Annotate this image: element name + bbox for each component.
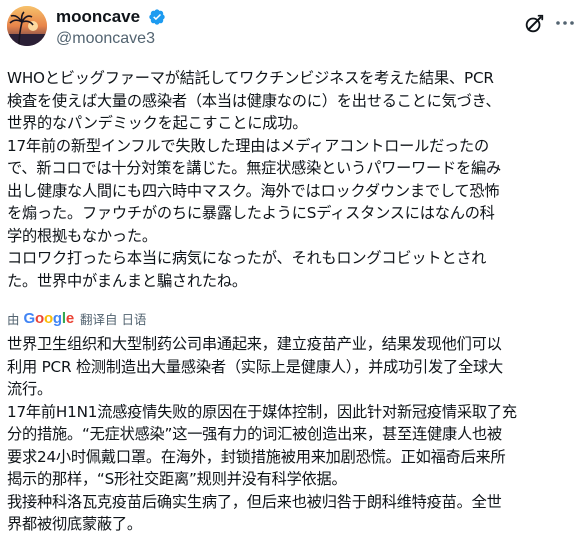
translated-by-label: 由 xyxy=(7,311,20,327)
tweet-text-line: 17年前の新型インフルで失敗した理由はメディアコントロールだったの xyxy=(7,136,490,155)
translated-text-line: 分的措施。“无症状感染”这一强有力的词汇被创造出来，甚至连健康人也被 xyxy=(7,425,502,443)
google-logo-letter: o xyxy=(43,309,53,327)
tweet-text-line: た。世界中がまんまと騙されたね。 xyxy=(7,271,247,290)
translated-text-line: 揭示的那样，“S形社交距离”规则并没有科学依据。 xyxy=(7,470,347,488)
translation-attribution: 由 Google 翻译自 日语 xyxy=(7,307,147,329)
tweet-text-line: を煽った。ファウチがのちに暴露したようにSディスタンスにはなんの科 xyxy=(7,204,495,222)
translated-text-line: 利用 PCR 检测制造出大量感染者（实际上是健康人），并成功引发了全球大 xyxy=(7,357,503,376)
grok-icon[interactable] xyxy=(523,13,545,35)
translated-text-line: 界都被彻底蒙蔽了。 xyxy=(7,515,142,533)
user-handle[interactable]: @mooncave3 xyxy=(56,29,166,49)
tweet-text-line: 検査を使えば大量の感染者（本当は健康なのに）を出せることに気づき、 xyxy=(7,91,501,110)
tweet-text: WHOとビッグファーマが結託してワクチンビジネスを考えた結果、PCR 検査を使え… xyxy=(7,67,577,292)
user-info: mooncave @mooncave3 xyxy=(56,6,166,49)
tweet-text-line: で、新コロでは十分対策を講じた。無症状感染というパワーワードを編み xyxy=(7,159,501,177)
tweet-text-line: 出し健康な人間にも四六時中マスク。海外ではロックダウンまでして恐怖 xyxy=(7,181,500,200)
tweet-text-line: コロワク打ったら本当に病気になったが、それもロングコビットとされ xyxy=(7,249,487,267)
google-logo[interactable]: Google xyxy=(24,310,75,327)
tweet-text-line: WHOとビッグファーマが結託してワクチンビジネスを考えた結果、PCR xyxy=(7,69,494,87)
translated-text-line: 世界卫生组织和大型制药公司串通起来，建立疫苗产业，结果发现他们可以 xyxy=(7,335,502,353)
translated-text: 世界卫生组织和大型制药公司串通起来，建立疫苗产业，结果发现他们可以 利用 PCR… xyxy=(7,333,577,536)
google-logo-letter: o xyxy=(34,309,44,327)
translated-text-line: 流行。 xyxy=(7,380,52,398)
display-name[interactable]: mooncave xyxy=(56,7,140,27)
google-logo-letter: G xyxy=(23,309,36,327)
translated-text-line: 17年前H1N1流感疫情失败的原因在于媒体控制，因此针对新冠疫情采取了充 xyxy=(7,402,517,421)
google-logo-letter: g xyxy=(52,309,62,327)
translated-text-line: 我接种科洛瓦克疫苗后确实生病了，但后来也被归咎于朗科维特疫苗。全世 xyxy=(7,492,502,511)
tweet-header: mooncave @mooncave3 xyxy=(0,0,582,62)
avatar[interactable] xyxy=(7,6,47,46)
google-logo-letter: e xyxy=(65,309,75,327)
translated-from-label: 翻译自 日语 xyxy=(80,311,147,327)
verified-badge-icon xyxy=(148,8,166,26)
tweet-text-line: 世界的なパンデミックを起こすことに成功。 xyxy=(7,114,308,132)
more-icon[interactable] xyxy=(553,11,577,35)
translated-text-line: 要求24小时佩戴口罩。在海外，封锁措施被用来加剧恐慌。正如福奇后来所 xyxy=(7,447,506,466)
tweet-text-line: 学的根拠もなかった。 xyxy=(7,226,157,245)
avatar-image xyxy=(7,6,47,46)
